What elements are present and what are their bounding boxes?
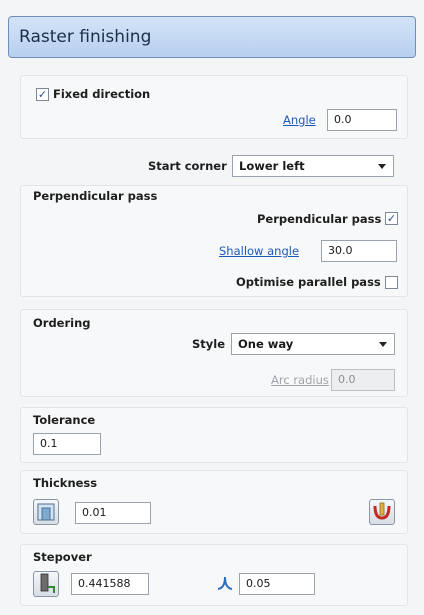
optimise-parallel-label: Optimise parallel pass: [236, 275, 381, 289]
chevron-down-icon: [379, 342, 387, 347]
thickness-panel: Thickness 0.01: [20, 470, 408, 534]
style-label: Style: [192, 337, 226, 351]
ordering-style-value: One way: [238, 337, 294, 351]
tolerance-field[interactable]: 0.1: [33, 433, 101, 455]
perpendicular-pass-checkbox[interactable]: ✓: [385, 212, 398, 225]
stepover-label: Stepover: [33, 550, 92, 564]
perpendicular-section-label: Perpendicular pass: [33, 189, 158, 203]
chevron-down-icon: [378, 164, 386, 169]
start-corner-value: Lower left: [239, 159, 305, 173]
arc-radius-link: Arc radius: [271, 373, 329, 387]
perpendicular-pass-label: Perpendicular pass: [257, 212, 382, 226]
stepover-tool-icon[interactable]: [33, 571, 59, 597]
ordering-section-label: Ordering: [33, 316, 91, 330]
start-corner-select[interactable]: Lower left: [232, 155, 394, 177]
fixed-direction-label: Fixed direction: [53, 87, 151, 101]
optimise-parallel-checkbox[interactable]: [385, 276, 398, 289]
thickness-field[interactable]: 0.01: [75, 502, 151, 524]
thickness-label: Thickness: [33, 476, 98, 490]
dialog-title-bar: Raster finishing: [8, 16, 416, 58]
ordering-panel: Ordering Style One way Arc radius 0.0: [20, 309, 408, 397]
stepover-field[interactable]: 0.441588: [71, 573, 149, 595]
dialog-title: Raster finishing: [19, 27, 152, 47]
arc-radius-field: 0.0: [331, 369, 395, 391]
cusp-height-field[interactable]: 0.05: [239, 573, 315, 595]
fixed-direction-checkbox[interactable]: ✓: [36, 88, 49, 101]
gouge-check-icon[interactable]: [369, 499, 395, 525]
tolerance-panel: Tolerance 0.1: [20, 407, 408, 463]
fixed-direction-panel: ✓ Fixed direction Angle 0.0: [20, 75, 408, 139]
angle-link[interactable]: Angle: [283, 113, 316, 127]
shallow-angle-field[interactable]: 30.0: [321, 240, 397, 262]
thickness-icon[interactable]: [33, 499, 59, 525]
angle-field[interactable]: 0.0: [327, 109, 397, 131]
tolerance-label: Tolerance: [33, 413, 96, 427]
ordering-style-select[interactable]: One way: [231, 333, 395, 355]
cusp-height-icon: [217, 576, 233, 593]
start-corner-label: Start corner: [148, 159, 227, 173]
perpendicular-pass-panel: Perpendicular pass Perpendicular pass ✓ …: [20, 185, 408, 297]
stepover-panel: Stepover 0.441588 0.05: [20, 544, 408, 606]
shallow-angle-link[interactable]: Shallow angle: [219, 244, 299, 258]
